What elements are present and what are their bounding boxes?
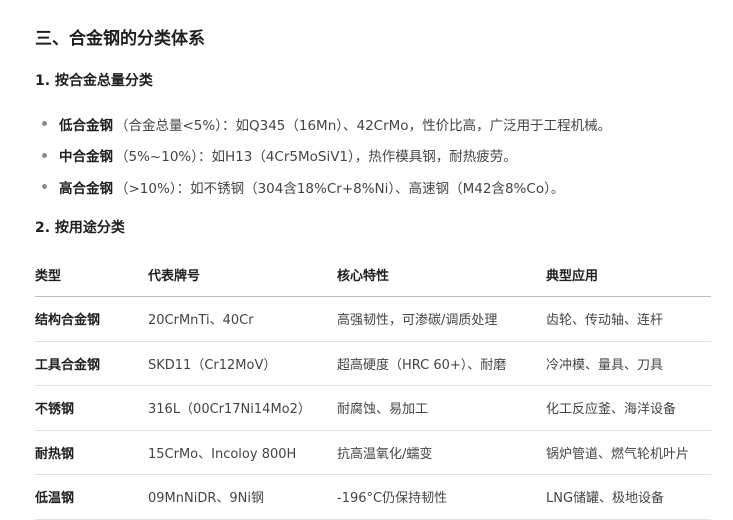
- bullet-dot-icon: [42, 184, 47, 190]
- cell-grade: SKD11（Cr12MoV）: [148, 341, 337, 386]
- cell-grade: 15CrMo、Incoloy 800H: [148, 430, 337, 475]
- cell-type: 工具合金钢: [35, 341, 148, 386]
- bullet-dot-icon: [42, 152, 47, 158]
- cell-grade: 316L（00Cr17Ni14Mo2）: [148, 385, 337, 431]
- bullet-list: 低合金钢 （合金总量<5%）：如Q345（16Mn）、42CrMo，性价比高，广…: [35, 108, 611, 203]
- cell-type: 耐热钢: [35, 430, 148, 475]
- cell-applications: 锅炉管道、燃气轮机叶片: [546, 430, 711, 475]
- header-grade: 代表牌号: [148, 252, 337, 297]
- table-row: 结构合金钢 20CrMnTi、40Cr 高强韧性，可渗碳/调质处理 齿轮、传动轴…: [35, 296, 711, 342]
- cell-properties: -196°C仍保持韧性: [337, 474, 546, 520]
- bullet-label: 低合金钢: [59, 117, 113, 134]
- section-title: 三、合金钢的分类体系: [35, 29, 205, 49]
- classification-table: 类型 代表牌号 核心特性 典型应用 结构合金钢 20CrMnTi、40Cr 高强…: [35, 252, 711, 520]
- cell-properties: 高强韧性，可渗碳/调质处理: [337, 296, 546, 342]
- table-header-row: 类型 代表牌号 核心特性 典型应用: [35, 252, 711, 297]
- cell-properties: 耐腐蚀、易加工: [337, 385, 546, 431]
- cell-applications: 冷冲模、量具、刀具: [546, 341, 711, 386]
- cell-type: 结构合金钢: [35, 296, 148, 342]
- bullet-text: （合金总量<5%）：如Q345（16Mn）、42CrMo，性价比高，广泛用于工程…: [115, 117, 612, 134]
- subsection-title-usage: 2. 按用途分类: [35, 220, 125, 236]
- document-page: 三、合金钢的分类体系 1. 按合金总量分类 低合金钢 （合金总量<5%）：如Q3…: [0, 0, 733, 520]
- cell-properties: 超高硬度（HRC 60+）、耐磨: [337, 341, 546, 386]
- bullet-label: 中合金钢: [59, 149, 113, 166]
- header-type: 类型: [35, 252, 148, 297]
- cell-grade: 20CrMnTi、40Cr: [148, 296, 337, 342]
- bullet-text: （5%~10%）：如H13（4Cr5MoSiV1），热作模具钢，耐热疲劳。: [115, 149, 517, 166]
- cell-applications: 齿轮、传动轴、连杆: [546, 296, 711, 342]
- header-properties: 核心特性: [337, 252, 546, 297]
- cell-type: 不锈钢: [35, 385, 148, 431]
- cell-grade: 09MnNiDR、9Ni钢: [148, 474, 337, 520]
- bullet-text: （>10%）：如不锈钢（304含18%Cr+8%Ni）、高速钢（M42含8%Co…: [115, 180, 565, 197]
- cell-type: 低温钢: [35, 474, 148, 520]
- subsection-title-total-alloy: 1. 按合金总量分类: [35, 73, 153, 89]
- header-applications: 典型应用: [546, 252, 711, 297]
- bullet-item: 高合金钢 （>10%）：如不锈钢（304含18%Cr+8%Ni）、高速钢（M42…: [35, 171, 611, 203]
- table-row: 低温钢 09MnNiDR、9Ni钢 -196°C仍保持韧性 LNG储罐、极地设备: [35, 474, 711, 520]
- cell-applications: LNG储罐、极地设备: [546, 474, 711, 520]
- bullet-label: 高合金钢: [59, 180, 113, 197]
- cell-applications: 化工反应釜、海洋设备: [546, 385, 711, 431]
- table-row: 耐热钢 15CrMo、Incoloy 800H 抗高温氧化/蠕变 锅炉管道、燃气…: [35, 430, 711, 475]
- table-row: 工具合金钢 SKD11（Cr12MoV） 超高硬度（HRC 60+）、耐磨 冷冲…: [35, 341, 711, 386]
- bullet-dot-icon: [42, 121, 47, 127]
- table-row: 不锈钢 316L（00Cr17Ni14Mo2） 耐腐蚀、易加工 化工反应釜、海洋…: [35, 385, 711, 431]
- bullet-item: 低合金钢 （合金总量<5%）：如Q345（16Mn）、42CrMo，性价比高，广…: [35, 108, 611, 140]
- cell-properties: 抗高温氧化/蠕变: [337, 430, 546, 475]
- bullet-item: 中合金钢 （5%~10%）：如H13（4Cr5MoSiV1），热作模具钢，耐热疲…: [35, 140, 611, 172]
